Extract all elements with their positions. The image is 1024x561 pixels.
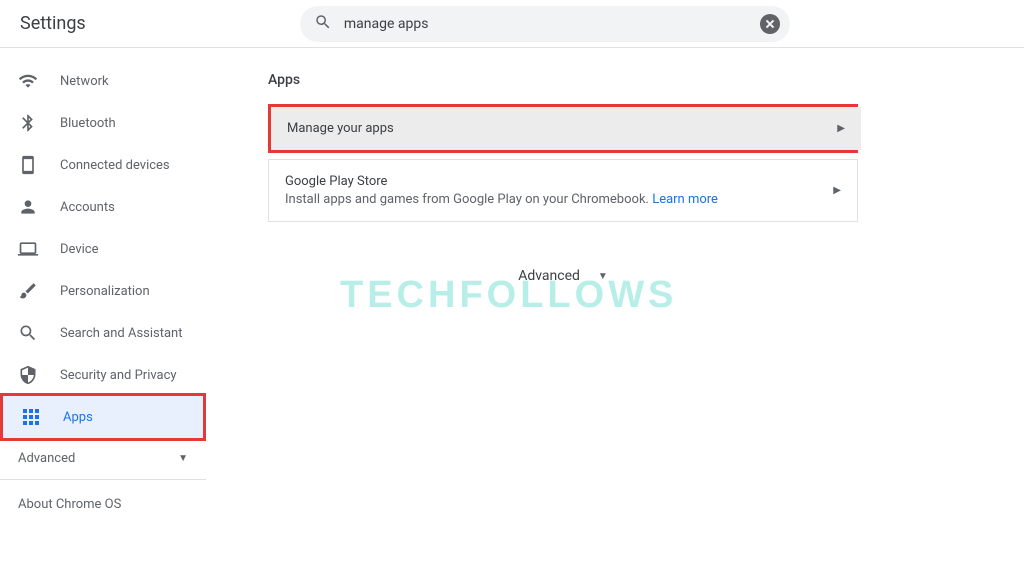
chevron-right-icon: ▶ bbox=[837, 123, 845, 134]
sidebar-item-network[interactable]: Network bbox=[0, 60, 206, 102]
advanced-label: Advanced bbox=[18, 451, 75, 466]
shield-icon bbox=[18, 365, 38, 385]
learn-more-link[interactable]: Learn more bbox=[652, 192, 718, 207]
sidebar-item-device[interactable]: Device bbox=[0, 228, 206, 270]
about-label: About Chrome OS bbox=[18, 497, 121, 512]
sidebar-about[interactable]: About Chrome OS bbox=[0, 480, 206, 528]
sidebar-label: Bluetooth bbox=[60, 116, 116, 131]
sidebar-label: Apps bbox=[63, 410, 93, 425]
wifi-icon bbox=[18, 71, 38, 91]
caret-down-icon: ▼ bbox=[598, 271, 608, 282]
search-icon bbox=[18, 323, 38, 343]
sidebar-item-apps[interactable]: Apps bbox=[3, 396, 203, 438]
apps-highlight: Apps bbox=[0, 393, 206, 441]
apps-icon bbox=[21, 407, 41, 427]
laptop-icon bbox=[18, 239, 38, 259]
manage-apps-row[interactable]: Manage your apps ▶ bbox=[271, 107, 861, 150]
body: Network Bluetooth Connected devices Acco… bbox=[0, 48, 1024, 561]
advanced-label: Advanced bbox=[518, 268, 580, 284]
play-store-title: Google Play Store bbox=[285, 174, 718, 189]
chevron-right-icon: ▶ bbox=[833, 185, 841, 196]
person-icon bbox=[18, 197, 38, 217]
bluetooth-icon bbox=[18, 113, 38, 133]
brush-icon bbox=[18, 281, 38, 301]
sidebar: Network Bluetooth Connected devices Acco… bbox=[0, 48, 206, 561]
manage-apps-highlight: Manage your apps ▶ bbox=[268, 104, 858, 153]
sidebar-item-search-assistant[interactable]: Search and Assistant bbox=[0, 312, 206, 354]
header: Settings bbox=[0, 0, 1024, 48]
search-input[interactable] bbox=[344, 16, 750, 32]
caret-down-icon: ▼ bbox=[178, 453, 188, 464]
search-box[interactable] bbox=[300, 6, 790, 42]
page-title: Settings bbox=[20, 13, 86, 34]
sidebar-item-bluetooth[interactable]: Bluetooth bbox=[0, 102, 206, 144]
clear-search-icon[interactable] bbox=[760, 14, 780, 34]
sidebar-label: Security and Privacy bbox=[60, 368, 177, 383]
main-content: Apps Manage your apps ▶ Google Play Stor… bbox=[206, 48, 1024, 561]
manage-apps-label: Manage your apps bbox=[287, 121, 394, 136]
search-icon bbox=[314, 13, 332, 35]
sidebar-item-connected-devices[interactable]: Connected devices bbox=[0, 144, 206, 186]
play-store-row[interactable]: Google Play Store Install apps and games… bbox=[268, 159, 858, 222]
search-container bbox=[86, 6, 1004, 42]
sidebar-label: Search and Assistant bbox=[60, 326, 183, 341]
sidebar-label: Accounts bbox=[60, 200, 115, 215]
devices-icon bbox=[18, 155, 38, 175]
sidebar-item-accounts[interactable]: Accounts bbox=[0, 186, 206, 228]
play-store-sub: Install apps and games from Google Play … bbox=[285, 192, 718, 207]
sidebar-label: Connected devices bbox=[60, 158, 170, 173]
sidebar-item-personalization[interactable]: Personalization bbox=[0, 270, 206, 312]
play-store-text-group: Google Play Store Install apps and games… bbox=[285, 174, 718, 207]
sidebar-label: Network bbox=[60, 74, 109, 89]
advanced-main-toggle[interactable]: Advanced ▼ bbox=[268, 268, 858, 284]
section-title: Apps bbox=[268, 72, 1024, 88]
sidebar-label: Personalization bbox=[60, 284, 150, 299]
sidebar-advanced[interactable]: Advanced ▼ bbox=[0, 438, 206, 480]
sidebar-label: Device bbox=[60, 242, 99, 257]
sidebar-item-security[interactable]: Security and Privacy bbox=[0, 354, 206, 396]
